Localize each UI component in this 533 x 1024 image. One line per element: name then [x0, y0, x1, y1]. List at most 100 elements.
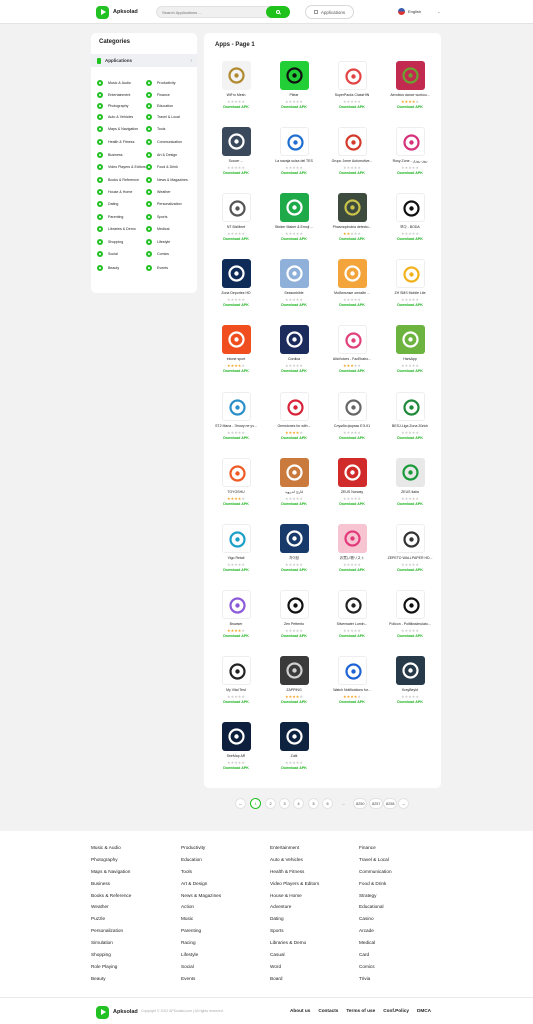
- footer-link-card[interactable]: Card: [359, 951, 449, 963]
- app-card[interactable]: ZH SMS Mobile Lite ★★★★★ Download APK: [384, 259, 436, 321]
- footer-link-music-audio[interactable]: Music & Audio: [91, 844, 181, 856]
- pagination-page-3[interactable]: 3: [279, 798, 290, 809]
- footer-link-medical[interactable]: Medical: [359, 939, 449, 951]
- download-apk-link[interactable]: Download APK: [210, 171, 262, 175]
- footer-link-maps-navigation[interactable]: Maps & Navigation: [91, 868, 181, 880]
- app-card[interactable]: ZAPPING ★★★★★ Download APK: [268, 655, 320, 718]
- app-name[interactable]: Grupo Jorne Automotive...: [326, 159, 378, 163]
- footer-link-comics[interactable]: Comics: [359, 963, 449, 975]
- app-name[interactable]: SeeMap AR: [210, 754, 262, 758]
- download-apk-link[interactable]: Download APK: [210, 237, 262, 241]
- category-parenting[interactable]: Parenting: [97, 214, 147, 220]
- footer-link-educational[interactable]: Educational: [359, 903, 449, 915]
- app-name[interactable]: Rosy Zone - زون روزی: [384, 159, 436, 163]
- footer-link-tools[interactable]: Tools: [181, 868, 271, 880]
- footer-link-role-playing[interactable]: Role Playing: [91, 963, 181, 975]
- app-card[interactable]: Zen Pettento ★★★★★ Download APK: [268, 589, 320, 652]
- footer-link-events[interactable]: Events: [181, 975, 271, 987]
- footer-link-finance[interactable]: Finance: [359, 844, 449, 856]
- category-finance[interactable]: Finance: [146, 92, 196, 98]
- category-music-audio[interactable]: Music & Audio: [97, 80, 147, 86]
- app-name[interactable]: La navaja suiza del TES: [268, 159, 320, 163]
- app-card[interactable]: BESJ-Liga Zona Zürich ★★★★★ Download APK: [384, 391, 436, 454]
- footer-link-music[interactable]: Music: [181, 915, 271, 927]
- category-books-reference[interactable]: Books & Reference: [97, 177, 147, 183]
- download-apk-link[interactable]: Download APK: [326, 502, 378, 506]
- app-name[interactable]: Soccer ...: [210, 159, 262, 163]
- applications-button[interactable]: Applications: [305, 5, 354, 19]
- footer-link-beauty[interactable]: Beauty: [91, 975, 181, 987]
- download-apk-link[interactable]: Download APK: [384, 237, 436, 241]
- app-card[interactable]: ZEUS Italia ★★★★★ Download APK: [384, 457, 436, 520]
- footer-nav-dmca[interactable]: DMCA: [417, 1008, 431, 1013]
- download-apk-link[interactable]: Download APK: [268, 766, 320, 770]
- app-name[interactable]: Pilear: [268, 93, 320, 97]
- app-name[interactable]: 보다 - BODA: [384, 225, 436, 230]
- download-apk-link[interactable]: Download APK: [210, 700, 262, 704]
- download-apk-link[interactable]: Download APK: [268, 502, 320, 506]
- footer-link-lifestyle[interactable]: Lifestyle: [181, 951, 271, 963]
- category-tools[interactable]: Tools: [146, 126, 196, 132]
- download-apk-link[interactable]: Download APK: [384, 634, 436, 638]
- app-card[interactable]: 차이점 ★★★★★ Download APK: [268, 523, 320, 586]
- app-card[interactable]: ZEPETO WALLPAPER HD... ★★★★★ Download APK: [384, 523, 436, 586]
- app-name[interactable]: Cordica: [268, 357, 320, 361]
- app-card[interactable]: La navaja suiza del TES ★★★★★ Download APK: [268, 127, 320, 189]
- download-apk-link[interactable]: Download APK: [268, 568, 320, 572]
- download-apk-link[interactable]: Download APK: [384, 568, 436, 572]
- app-name[interactable]: Gemstones for with...: [268, 424, 320, 428]
- category-shopping[interactable]: Shopping: [97, 239, 147, 245]
- download-apk-link[interactable]: Download APK: [210, 568, 262, 572]
- pagination-page-8250[interactable]: 8250: [353, 798, 368, 809]
- app-card[interactable]: Watch Notifications for... ★★★★★ Download …: [326, 655, 378, 718]
- app-name[interactable]: Мобильные онлайн ...: [326, 291, 378, 295]
- category-lifestyle[interactable]: Lifestyle: [146, 239, 196, 245]
- footer-link-health-fitness[interactable]: Health & Fitness: [270, 868, 360, 880]
- app-name[interactable]: Sticker Maker & Emoji ...: [268, 225, 320, 229]
- download-apk-link[interactable]: Download APK: [268, 700, 320, 704]
- download-apk-link[interactable]: Download APK: [384, 436, 436, 440]
- footer-link-puzzle[interactable]: Puzzle: [91, 915, 181, 927]
- footer-nav-conf-policy[interactable]: Conf.Policy: [383, 1008, 409, 1013]
- app-card[interactable]: 보다 - BODA ★★★★★ Download APK: [384, 193, 436, 255]
- footer-link-racing[interactable]: Racing: [181, 939, 271, 951]
- footer-link-strategy[interactable]: Strategy: [359, 892, 449, 904]
- footer-link-shopping[interactable]: Shopping: [91, 951, 181, 963]
- pagination-prev-button[interactable]: ←: [235, 798, 246, 809]
- category-entertainment[interactable]: Entertainment: [97, 92, 147, 98]
- category-applications[interactable]: Applications ›: [91, 54, 197, 67]
- footer-link-education[interactable]: Education: [181, 856, 271, 868]
- search-button[interactable]: [266, 6, 290, 18]
- footer-link-photography[interactable]: Photography: [91, 856, 181, 868]
- category-comics[interactable]: Comics: [146, 251, 196, 257]
- download-apk-link[interactable]: Download APK: [326, 303, 378, 307]
- download-apk-link[interactable]: Download APK: [326, 369, 378, 373]
- app-name[interactable]: قارئ اندروید: [268, 490, 320, 494]
- app-name[interactable]: ZH SMS Mobile Lite: [384, 291, 436, 295]
- category-house-home[interactable]: House & Home: [97, 189, 147, 195]
- download-apk-link[interactable]: Download APK: [384, 700, 436, 704]
- footer-nav-terms-of-use[interactable]: Terms of use: [346, 1008, 375, 1013]
- app-name[interactable]: Watch Notifications for...: [326, 688, 378, 692]
- footer-link-communication[interactable]: Communication: [359, 868, 449, 880]
- footer-link-travel-local[interactable]: Travel & Local: [359, 856, 449, 868]
- download-apk-link[interactable]: Download APK: [384, 171, 436, 175]
- footer-link-dating[interactable]: Dating: [270, 915, 360, 927]
- footer-link-personalization[interactable]: Personalization: [91, 927, 181, 939]
- download-apk-link[interactable]: Download APK: [326, 568, 378, 572]
- download-apk-link[interactable]: Download APK: [326, 171, 378, 175]
- footer-link-books-reference[interactable]: Books & Reference: [91, 892, 181, 904]
- footer-link-casual[interactable]: Casual: [270, 951, 360, 963]
- download-apk-link[interactable]: Download APK: [268, 105, 320, 109]
- category-auto-vehicles[interactable]: Auto & Vehicles: [97, 114, 147, 120]
- category-business[interactable]: Business: [97, 152, 147, 158]
- app-name[interactable]: ZEPETO WALLPAPER HD...: [384, 556, 436, 560]
- download-apk-link[interactable]: Download APK: [268, 303, 320, 307]
- app-card[interactable]: KrayBeyld ★★★★★ Download APK: [384, 655, 436, 718]
- app-card[interactable]: Rosy Zone - زون روزی ★★★★★ Download APK: [384, 127, 436, 189]
- download-apk-link[interactable]: Download APK: [210, 303, 262, 307]
- app-name[interactable]: TOYOSHU: [210, 490, 262, 494]
- category-maps-navigation[interactable]: Maps & Navigation: [97, 126, 147, 132]
- app-card[interactable]: AllaVoices - FacEbabo... ★★★★★ Download AP…: [326, 325, 378, 387]
- app-name[interactable]: お買い物リスト: [326, 556, 378, 561]
